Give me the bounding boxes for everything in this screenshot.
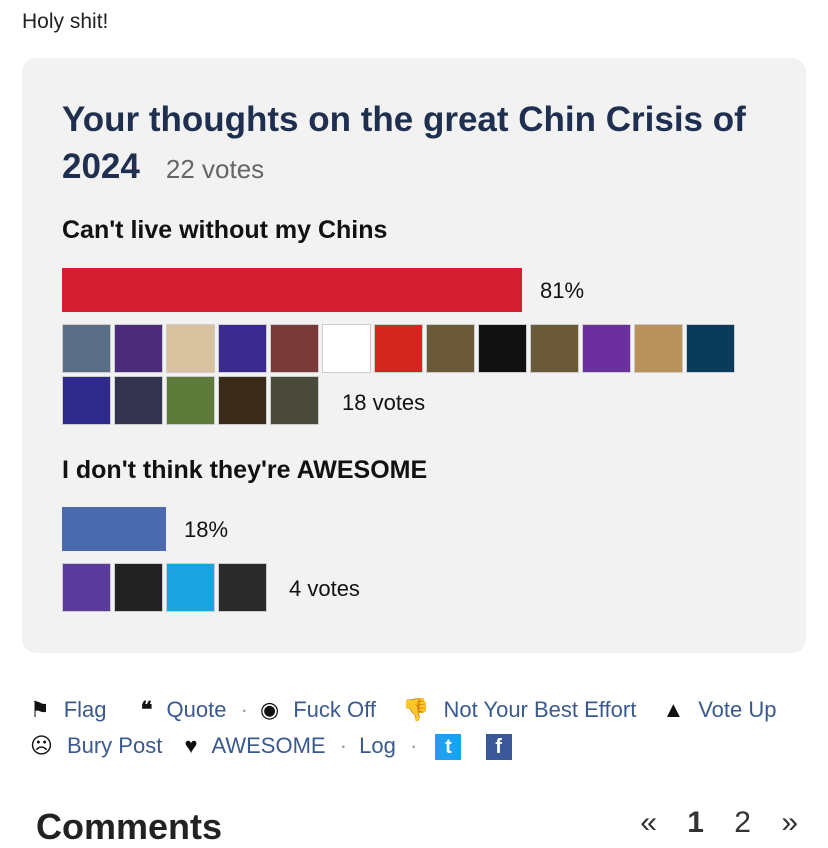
chevron-up-icon: ▲	[662, 697, 685, 722]
option-2-label: I don't think they're AWESOME	[62, 456, 428, 484]
quote-icon: ❝	[140, 697, 153, 722]
voter-avatar[interactable]	[114, 376, 163, 425]
voter-avatar[interactable]	[426, 324, 475, 373]
comments-heading: Comments	[36, 806, 223, 847]
voter-avatar[interactable]	[530, 324, 579, 373]
voter-avatar[interactable]	[62, 376, 111, 425]
fuck-off-action[interactable]: ◉ Fuck Off	[260, 692, 376, 728]
voter-avatar[interactable]	[322, 324, 371, 373]
twitter-share-icon[interactable]: t	[435, 734, 462, 761]
vote-up-action[interactable]: ▲ Vote Up	[662, 692, 776, 728]
separator: ·	[240, 697, 248, 722]
option-1-percent: 81%	[540, 278, 585, 303]
voter-avatar[interactable]	[166, 324, 215, 373]
option-2-vote-count[interactable]: 4 votes	[289, 576, 360, 602]
awesome-action[interactable]: ♥ AWESOME	[184, 728, 325, 764]
post-actions: ⚑ Flag ❝ Quote · ◉ Fuck Off 👎 Not Your Best …	[30, 692, 810, 764]
quote-action[interactable]: ❝ Quote	[141, 692, 227, 728]
hidden-eye-icon: ◉	[260, 697, 280, 722]
voter-avatar[interactable]	[218, 324, 267, 373]
poll-title-text: Your thoughts on the great Chin Crisis o…	[62, 100, 746, 186]
voter-avatar[interactable]	[218, 563, 267, 612]
page-2[interactable]: 2	[734, 806, 751, 839]
log-action[interactable]: Log	[359, 728, 396, 764]
poll-title: Your thoughts on the great Chin Crisis o…	[62, 96, 762, 193]
voter-avatar[interactable]	[62, 563, 111, 612]
post-text: Holy shit!	[22, 10, 109, 33]
flag-icon: ⚑	[30, 697, 50, 722]
thumbs-down-icon: 👎	[402, 697, 430, 722]
option-1-label: Can't live without my Chins	[62, 216, 388, 244]
poll-total-votes: 22 votes	[165, 154, 265, 184]
option-1-bar	[62, 268, 522, 312]
flag-action[interactable]: ⚑ Flag	[30, 692, 107, 728]
separator: ·	[410, 733, 418, 758]
voter-avatar[interactable]	[478, 324, 527, 373]
bury-post-action[interactable]: ☹ Bury Post	[30, 728, 162, 764]
separator: ·	[339, 733, 348, 758]
voter-avatar[interactable]	[582, 324, 631, 373]
voter-avatar[interactable]	[218, 376, 267, 425]
voter-avatar[interactable]	[166, 563, 215, 612]
page-1[interactable]: 1	[687, 806, 704, 839]
not-best-effort-action[interactable]: 👎 Not Your Best Effort	[402, 692, 636, 728]
voter-avatar[interactable]	[166, 376, 215, 425]
voter-avatar[interactable]	[270, 376, 319, 425]
page-next[interactable]: »	[781, 806, 798, 839]
option-2-bar	[62, 507, 166, 551]
poll-card: Your thoughts on the great Chin Crisis o…	[22, 58, 806, 653]
heart-icon: ♥	[184, 733, 198, 758]
skull-icon: ☹	[30, 733, 53, 758]
voter-avatar[interactable]	[686, 324, 735, 373]
voter-avatar[interactable]	[62, 324, 111, 373]
option-2-voters	[62, 563, 282, 612]
voter-avatar[interactable]	[114, 563, 163, 612]
facebook-share-icon[interactable]: f	[485, 734, 512, 761]
option-2-percent: 18%	[184, 517, 229, 542]
page-prev[interactable]: «	[640, 806, 657, 839]
voter-avatar[interactable]	[374, 324, 423, 373]
voter-avatar[interactable]	[634, 324, 683, 373]
voter-avatar[interactable]	[114, 324, 163, 373]
option-1-vote-count[interactable]: 18 votes	[342, 390, 425, 416]
pagination: « 1 2 »	[618, 806, 798, 840]
voter-avatar[interactable]	[270, 324, 319, 373]
